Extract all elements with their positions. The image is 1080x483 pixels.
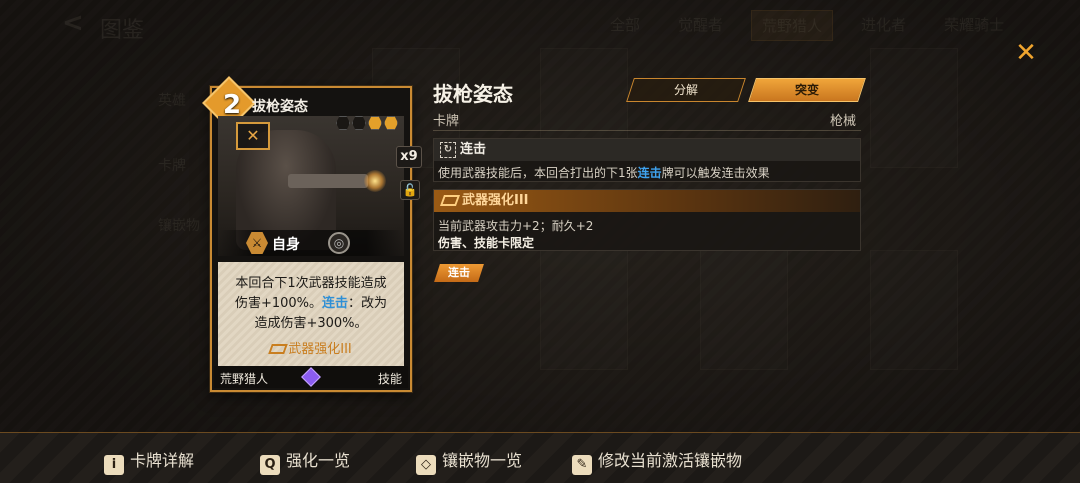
art-gun [288,174,368,188]
lock-icon[interactable]: 🔓 [400,180,420,200]
target-hex-icon: ⚔ [246,232,268,254]
card-kind: 技能 [377,372,402,386]
keyword-title: 连击 [460,142,487,157]
desc-text: ：改为 [348,296,388,311]
desc-text: 伤害+100%。 [234,296,323,311]
split-button-label: 分解 [673,83,698,97]
kw-text: 使用武器技能后，本回合打出的下1张 [438,166,638,180]
desc-line: 本回合下1次武器技能造成 [235,276,387,291]
combo-tag-label: 连击 [448,266,470,279]
detail-type: 卡牌 [433,114,460,129]
edit-inlay-label: 修改当前激活镶嵌物 [598,451,743,470]
weapon-boost-icon [439,195,461,206]
desc-tag-label: 武器强化III [288,342,352,357]
keyword-head: 武器强化III [434,190,860,212]
keyword-line: 当前武器攻击力+2；耐久+2 [438,219,594,233]
target-crosshair-icon: ◎ [328,232,350,254]
energy-hex-filled [368,116,382,130]
detail-title: 拔枪姿态 [433,82,513,106]
card-class: 荒野猎人 [220,372,269,386]
desc-line: 造成伤害+300%。 [254,316,368,331]
bottom-bar: i 卡牌详解 Q 强化一览 ◇ 镶嵌物一览 ✎ 修改当前激活镶嵌物 [0,432,1080,483]
kw-text: 牌可以触发连击效果 [661,166,770,180]
energy-hexes [336,116,398,130]
inlay-list-button[interactable]: ◇ 镶嵌物一览 [416,447,523,475]
card-count: x9 [396,146,422,168]
keyword-head: ↻ 连击 [434,139,860,161]
desc-tag: 武器强化III [224,338,398,357]
detail-category: 枪械 [830,114,857,129]
card-name: 拔枪姿态 [252,99,308,115]
keyword-title: 武器强化III [462,193,529,208]
split-button[interactable]: 分解 [626,78,746,102]
card-description: 本回合下1次武器技能造成 伤害+100%。连击：改为 造成伤害+300%。 武器… [218,262,404,366]
mutate-button-label: 突变 [794,83,819,97]
upgrade-list-label: 强化一览 [286,451,351,470]
muzzle-flash [364,170,386,192]
combo-icon: ↻ [440,142,456,158]
desc-line: 伤害+100%。连击：改为 [224,294,398,314]
divider [433,130,861,131]
kw-highlight: 连击 [637,166,662,180]
card-preview: 2 拔枪姿态 ✕ ⚔ 自身 ◎ 本回合下1次武器技能造成 伤害+100%。连击：… [202,76,412,392]
keyword-combo: 连击 [322,296,349,311]
inlay-icon: ◇ [416,455,436,475]
energy-hex-empty [352,116,366,130]
edit-inlay-button[interactable]: ✎ 修改当前激活镶嵌物 [572,447,743,475]
close-icon[interactable]: ✕ [1013,40,1039,66]
mutate-button[interactable]: 突变 [748,78,866,102]
card-details-label: 卡牌详解 [130,451,195,470]
inlay-list-label: 镶嵌物一览 [442,451,523,470]
card-target-bar: ⚔ 自身 ◎ [218,230,404,256]
energy-hex-empty [336,116,350,130]
keyword-line: 伤害、技能卡限定 [438,236,535,250]
search-icon: Q [260,455,280,475]
keyword-box-weapon-boost: 武器强化III 当前武器攻击力+2；耐久+2 伤害、技能卡限定 [433,189,861,251]
rarity-gem-icon [301,367,321,387]
edit-icon: ✎ [572,455,592,475]
info-icon: i [104,455,124,475]
card-target: 自身 [272,237,300,253]
crossed-guns-icon: ✕ [236,122,270,150]
keyword-box-combo: ↻ 连击 使用武器技能后，本回合打出的下1张连击牌可以触发连击效果 [433,138,861,182]
combo-tag[interactable]: 连击 [434,264,484,282]
card-details-button[interactable]: i 卡牌详解 [104,447,195,475]
energy-hex-filled [384,116,398,130]
card-footer: 荒野猎人 技能 [214,366,408,388]
keyword-body: 使用武器技能后，本回合打出的下1张连击牌可以触发连击效果 [438,164,770,181]
upgrade-list-button[interactable]: Q 强化一览 [260,447,351,475]
weapon-boost-icon [268,344,289,354]
